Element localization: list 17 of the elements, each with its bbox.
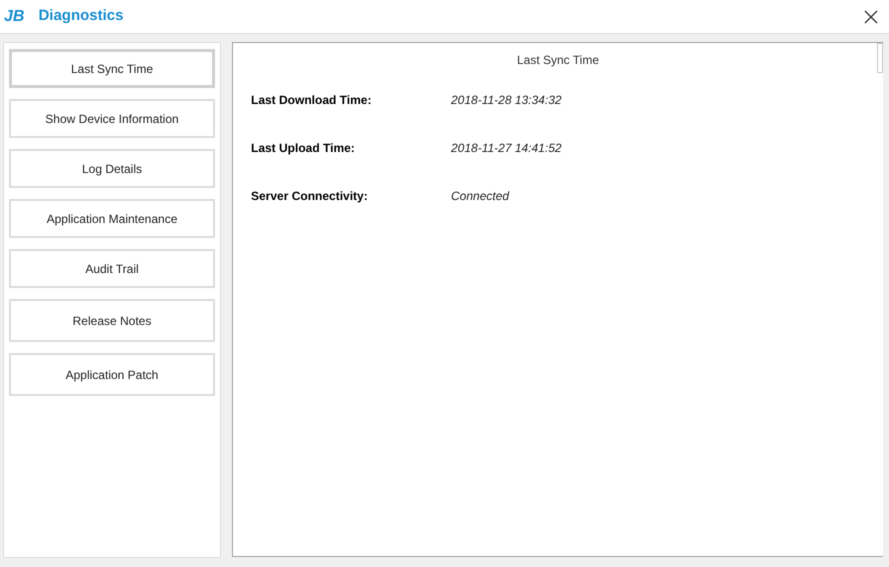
close-icon (864, 10, 878, 24)
field-label: Server Connectivity: (251, 188, 369, 205)
sidebar-button[interactable]: Last Sync Time (9, 49, 215, 88)
sidebar-button[interactable]: Release Notes (9, 299, 215, 342)
field-value: Connected (451, 188, 510, 205)
sidebar-button[interactable]: Application Patch (9, 353, 215, 396)
sidebar-button[interactable]: Log Details (9, 149, 215, 188)
sidebar-button[interactable]: Audit Trail (9, 249, 215, 288)
window-title: Diagnostics (38, 6, 124, 26)
logo: JB (4, 6, 24, 26)
sidebar-button[interactable]: Application Maintenance (9, 199, 215, 238)
field-value: 2018-11-27 14:41:52 (451, 140, 562, 157)
sidebar-button[interactable]: Show Device Information (9, 99, 215, 138)
panel-heading: Last Sync Time (516, 52, 600, 69)
field-label: Last Upload Time: (251, 140, 356, 157)
field-label: Last Download Time: (251, 92, 372, 109)
field-value: 2018-11-28 13:34:32 (451, 92, 562, 109)
